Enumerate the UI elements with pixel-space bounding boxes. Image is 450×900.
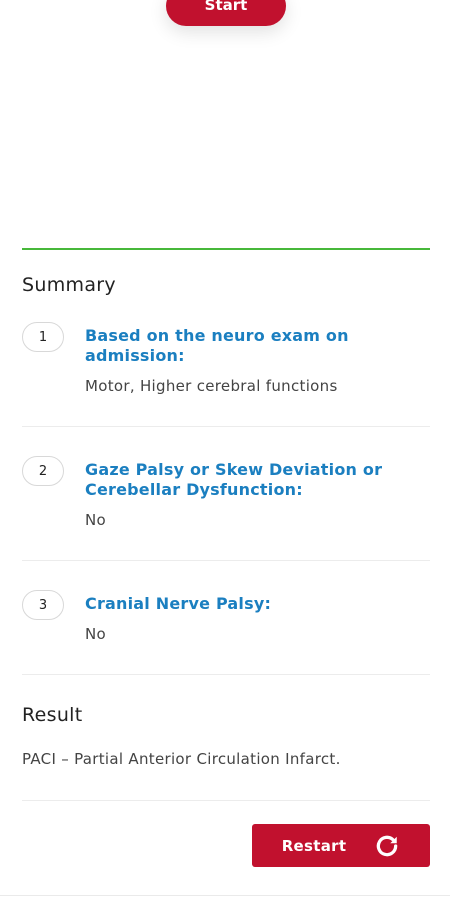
result-text: PACI – Partial Anterior Circulation Infa…: [22, 750, 341, 768]
section-divider: [22, 248, 430, 250]
summary-title: Summary: [22, 274, 116, 296]
step-number-badge: 2: [22, 456, 64, 486]
calculator-page: Start Summary 1 Based on the neuro exam …: [0, 0, 450, 900]
summary-answer: Motor, Higher cerebral functions: [85, 377, 338, 395]
summary-answer: No: [85, 625, 106, 643]
step-number-badge: 1: [22, 322, 64, 352]
summary-question: Cranial Nerve Palsy:: [85, 594, 272, 613]
result-separator: [22, 800, 430, 801]
result-title: Result: [22, 704, 83, 726]
summary-answer: No: [85, 511, 106, 529]
restart-button-label: Restart: [281, 836, 347, 855]
item-separator: [22, 674, 430, 675]
step-number-badge: 3: [22, 590, 64, 620]
start-button-label: Start: [204, 0, 248, 14]
item-separator: [22, 426, 430, 427]
summary-question: Gaze Palsy or Skew Deviation or Cerebell…: [85, 460, 383, 499]
refresh-icon: [374, 833, 400, 859]
restart-button[interactable]: Restart: [252, 824, 430, 867]
start-button[interactable]: Start: [166, 0, 286, 26]
bottom-divider: [0, 895, 450, 896]
summary-question: Based on the neuro exam on admission:: [85, 326, 349, 365]
item-separator: [22, 560, 430, 561]
